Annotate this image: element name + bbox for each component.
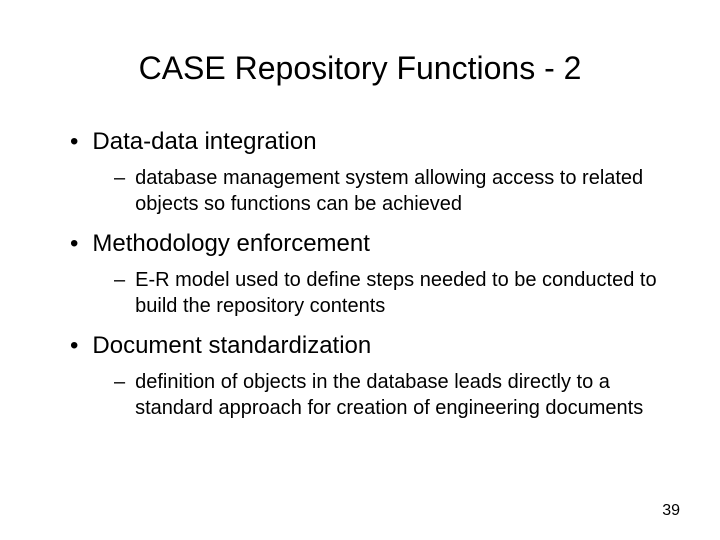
sub-text: definition of objects in the database le… <box>135 369 660 421</box>
slide-title: CASE Repository Functions - 2 <box>50 50 670 87</box>
bullet-marker-icon: • <box>70 229 78 259</box>
page-number: 39 <box>662 502 680 520</box>
bullet-item: • Document standardization <box>70 331 670 361</box>
dash-marker-icon: – <box>114 267 125 293</box>
slide-content: • Data-data integration – database manag… <box>50 127 670 421</box>
bullet-text: Document standardization <box>92 331 371 361</box>
bullet-text: Data-data integration <box>92 127 316 157</box>
bullet-marker-icon: • <box>70 127 78 157</box>
dash-marker-icon: – <box>114 165 125 191</box>
sub-item: – definition of objects in the database … <box>114 369 670 421</box>
bullet-item: • Data-data integration <box>70 127 670 157</box>
sub-item: – database management system allowing ac… <box>114 165 670 217</box>
sub-text: database management system allowing acce… <box>135 165 660 217</box>
sub-item: – E-R model used to define steps needed … <box>114 267 670 319</box>
bullet-text: Methodology enforcement <box>92 229 370 259</box>
sub-text: E-R model used to define steps needed to… <box>135 267 660 319</box>
bullet-marker-icon: • <box>70 331 78 361</box>
dash-marker-icon: – <box>114 369 125 395</box>
bullet-item: • Methodology enforcement <box>70 229 670 259</box>
